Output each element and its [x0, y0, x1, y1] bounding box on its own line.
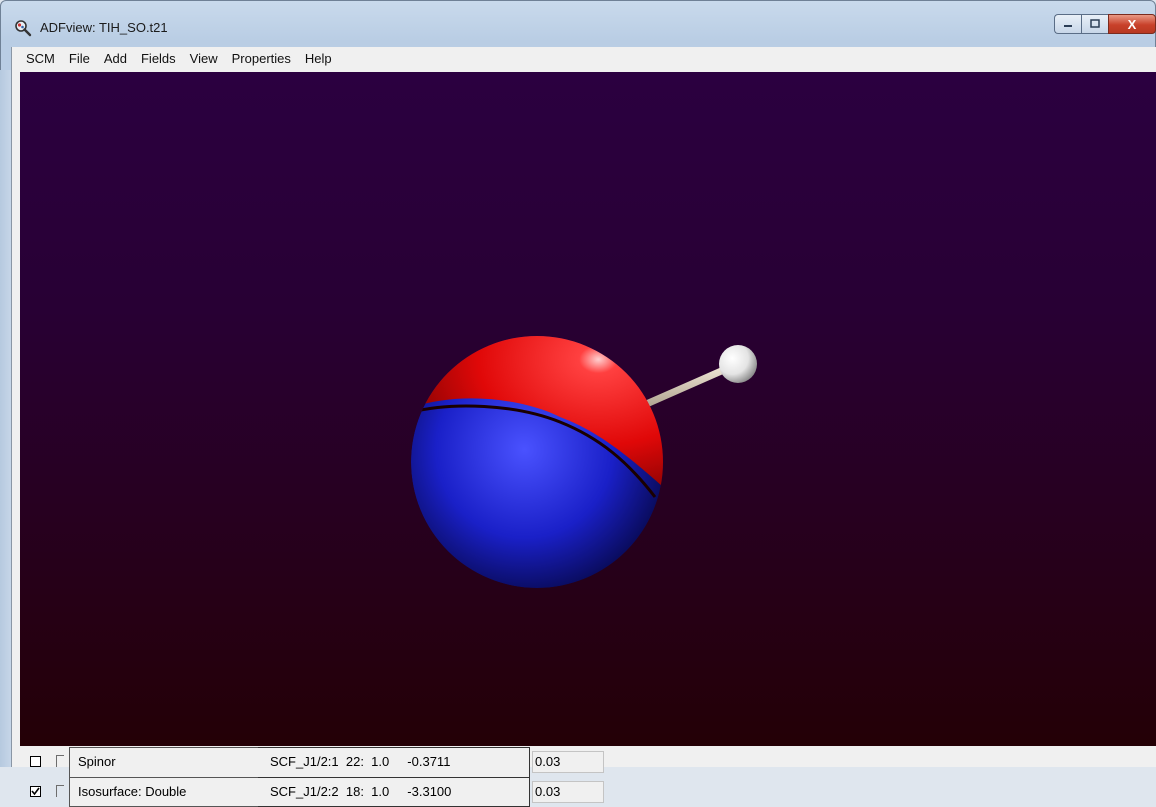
- spinor-isosurface: [411, 336, 663, 588]
- client-area: SCM File Add Fields View Properties Help: [11, 47, 1156, 807]
- magnifier-molecule-icon: [14, 19, 32, 37]
- maximize-icon: [1090, 19, 1100, 28]
- menu-help[interactable]: Help: [298, 47, 339, 71]
- isovalue-input[interactable]: 0.03: [532, 781, 604, 803]
- maximize-button[interactable]: [1081, 14, 1108, 34]
- field-description[interactable]: SCF_J1/2:2 18: 1.0 -3.3100: [258, 777, 530, 807]
- title-bar[interactable]: ADFview: TIH_SO.t21 X: [0, 0, 1156, 46]
- field-description[interactable]: SCF_J1/2:1 22: 1.0 -0.3711: [258, 747, 530, 777]
- hydrogen-atom: [719, 345, 757, 383]
- close-button[interactable]: X: [1108, 14, 1156, 34]
- 3d-viewport[interactable]: [20, 72, 1156, 746]
- menu-bar: SCM File Add Fields View Properties Help: [12, 47, 1156, 71]
- minimize-icon: [1064, 25, 1072, 27]
- field-select-checkbox[interactable]: [56, 755, 64, 767]
- field-visible-checkbox[interactable]: [30, 756, 41, 767]
- checkmark-icon: [31, 787, 40, 796]
- field-name[interactable]: Spinor: [69, 747, 259, 777]
- menu-fields[interactable]: Fields: [134, 47, 183, 71]
- isovalue-input[interactable]: 0.03: [532, 751, 604, 773]
- field-name[interactable]: Isosurface: Double: [69, 777, 259, 807]
- field-row: Spinor SCF_J1/2:1 22: 1.0 -0.3711 0.03: [20, 747, 1156, 777]
- menu-scm[interactable]: SCM: [19, 47, 62, 71]
- fields-panel: Spinor SCF_J1/2:1 22: 1.0 -0.3711 0.03 I…: [20, 747, 1156, 807]
- window-controls: X: [1054, 14, 1156, 36]
- field-select-checkbox[interactable]: [56, 785, 64, 797]
- window-left-border: [0, 70, 11, 767]
- molecule-scene[interactable]: [20, 72, 1156, 746]
- menu-properties[interactable]: Properties: [225, 47, 298, 71]
- menu-view[interactable]: View: [183, 47, 225, 71]
- window-title: ADFview: TIH_SO.t21: [40, 20, 168, 35]
- menu-file[interactable]: File: [62, 47, 97, 71]
- field-row: Isosurface: Double SCF_J1/2:2 18: 1.0 -3…: [20, 777, 1156, 807]
- close-icon: X: [1127, 16, 1137, 32]
- menu-add[interactable]: Add: [97, 47, 134, 71]
- field-visible-checkbox[interactable]: [30, 786, 41, 797]
- minimize-button[interactable]: [1054, 14, 1081, 34]
